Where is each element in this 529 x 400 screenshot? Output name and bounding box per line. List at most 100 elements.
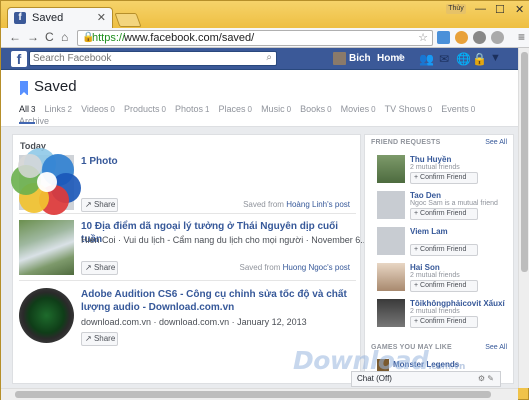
list-item: Adobe Audition CS6 - Công cụ chỉnh sửa t… — [19, 288, 354, 352]
extension-icon[interactable] — [437, 31, 450, 44]
new-tab-button[interactable] — [114, 13, 142, 27]
url-text: www.facebook.com/saved/ — [124, 32, 255, 44]
home-count: 4 — [398, 53, 403, 62]
scrollbar-thumb[interactable] — [15, 391, 491, 398]
tab-label: All — [19, 104, 30, 114]
item-title[interactable]: Adobe Audition CS6 - Công cụ chỉnh sửa t… — [81, 288, 351, 314]
tab-events[interactable]: Events 0 — [441, 104, 475, 114]
address-bar[interactable]: 🔒 https:// www.facebook.com/saved/ ☆ — [77, 30, 433, 46]
share-button[interactable]: ↗ Share — [81, 261, 118, 275]
tab-count: 0 — [371, 105, 376, 114]
watermark: Download.com.vn — [293, 346, 465, 375]
extension-icon[interactable] — [473, 31, 486, 44]
friend-name[interactable]: Tao Den — [410, 191, 441, 200]
profile-badge[interactable]: Thùy — [446, 4, 466, 14]
see-all-games[interactable]: See All — [485, 344, 507, 351]
confirm-friend-button[interactable]: + Confirm Friend — [410, 244, 478, 256]
tab-movies[interactable]: Movies 0 — [341, 104, 376, 114]
item-thumbnail[interactable] — [19, 220, 74, 275]
chat-settings-icon[interactable]: ⚙ ✎ — [478, 372, 494, 386]
avatar[interactable] — [377, 263, 405, 291]
share-icon: ↗ — [85, 334, 94, 343]
search-input[interactable] — [33, 52, 253, 65]
tab-count: 3 — [31, 105, 36, 114]
extension-icon[interactable] — [491, 31, 504, 44]
avatar[interactable] — [333, 52, 346, 65]
friends-icon[interactable]: 👥 — [419, 52, 434, 66]
avatar[interactable] — [377, 227, 405, 255]
vertical-scrollbar[interactable] — [518, 48, 529, 388]
avatar[interactable] — [377, 191, 405, 219]
confirm-friend-button[interactable]: + Confirm Friend — [410, 280, 478, 292]
avatar[interactable] — [377, 299, 405, 327]
share-label: Share — [93, 263, 116, 272]
tab-links[interactable]: Links 2 — [45, 104, 72, 114]
tab-music[interactable]: Music 0 — [261, 104, 291, 114]
tab-videos[interactable]: Videos 0 — [81, 104, 115, 114]
tab-places[interactable]: Places 0 — [219, 104, 252, 114]
url-scheme: https:// — [92, 32, 126, 44]
page-viewport: f ⌕ Bich Home4 👥 ✉ 🌐 🔒 ▼ Saved All3 Link… — [1, 48, 518, 388]
avatar[interactable] — [377, 155, 405, 183]
watermark-text: Download — [293, 346, 429, 375]
tab-label: Places — [218, 104, 246, 114]
back-icon[interactable]: ← — [9, 30, 21, 44]
friend-name[interactable]: Viem Lam — [410, 227, 448, 236]
close-window-icon[interactable]: ✕ — [515, 3, 524, 16]
browser-menu-icon[interactable]: ≡ — [518, 30, 525, 44]
confirm-friend-button[interactable]: + Confirm Friend — [410, 172, 478, 184]
saved-from-link[interactable]: Hoàng Linh's post — [286, 200, 350, 209]
extension-icon[interactable] — [455, 31, 468, 44]
home-icon[interactable]: ⌂ — [61, 30, 68, 44]
search-icon[interactable]: ⌕ — [266, 52, 272, 63]
share-button[interactable]: ↗ Share — [81, 332, 118, 346]
tab-photos[interactable]: Photos 1 — [175, 104, 209, 114]
facebook-search[interactable]: ⌕ — [29, 51, 277, 66]
messages-icon[interactable]: ✉ — [439, 52, 449, 66]
maximize-icon[interactable]: ☐ — [495, 3, 505, 16]
tab-archive[interactable]: Archive — [19, 116, 49, 126]
horizontal-scrollbar[interactable] — [1, 388, 518, 400]
confirm-friend-button[interactable]: + Confirm Friend — [410, 316, 478, 328]
scrollbar-thumb[interactable] — [521, 52, 528, 272]
tab-books[interactable]: Books 0 — [300, 104, 331, 114]
see-all-friend-requests[interactable]: See All — [485, 139, 507, 146]
tab-tv-shows[interactable]: TV Shows 0 — [385, 104, 432, 114]
confirm-label: Confirm Friend — [420, 282, 467, 289]
confirm-friend-button[interactable]: + Confirm Friend — [410, 208, 478, 220]
friend-request: Tôikhôngphảicovit Xấuxí 2 mutual friends… — [377, 299, 507, 331]
friend-name[interactable]: Tôikhôngphảicovit Xấuxí — [410, 299, 505, 308]
item-thumbnail[interactable] — [19, 288, 74, 343]
home-link[interactable]: Home 4 — [377, 53, 405, 64]
item-title[interactable]: 1 Photo — [81, 155, 351, 168]
privacy-icon[interactable]: 🔒 — [472, 52, 487, 66]
saved-from-link[interactable]: Huong Ngoc's post — [283, 263, 350, 272]
friend-name[interactable]: Hai Son — [410, 263, 440, 272]
tab-saved[interactable]: f Saved ✕ — [7, 7, 113, 28]
friend-name[interactable]: Thu Huyền — [410, 155, 451, 164]
account-dropdown-icon[interactable]: ▼ — [490, 52, 501, 64]
bookmark-star-icon[interactable]: ☆ — [418, 31, 428, 44]
facebook-top-bar: f ⌕ Bich Home4 👥 ✉ 🌐 🔒 ▼ — [1, 48, 518, 70]
confirm-label: Confirm Friend — [420, 210, 467, 217]
minimize-icon[interactable]: — — [475, 3, 486, 15]
tab-products[interactable]: Products 0 — [124, 104, 166, 114]
profile-name[interactable]: Bich — [349, 53, 371, 64]
tab-all[interactable]: All 3 — [19, 104, 35, 114]
tab-count: 0 — [427, 105, 433, 114]
download-logo-icon — [11, 148, 81, 215]
tab-count: 2 — [67, 105, 72, 114]
share-button[interactable]: ↗ Share — [81, 198, 118, 212]
list-item: 10 Địa điểm dã ngoại lý tưởng ở Thái Ngu… — [19, 220, 368, 284]
filter-tabs: All 3 Links 2 Videos 0 Products 0 Photos 1 Pl… — [19, 103, 518, 126]
watermark-suffix: .com.vn — [428, 362, 465, 372]
notifications-icon[interactable]: 🌐 — [456, 52, 471, 66]
tab-label: TV Shows — [384, 104, 426, 114]
reload-icon[interactable]: C — [45, 30, 54, 44]
tab-close-icon[interactable]: ✕ — [97, 11, 106, 24]
tab-label: Archive — [19, 116, 50, 126]
forward-icon[interactable]: → — [27, 30, 39, 44]
facebook-logo-icon[interactable]: f — [11, 51, 27, 67]
share-label: Share — [93, 334, 116, 343]
share-label: Share — [93, 200, 116, 209]
